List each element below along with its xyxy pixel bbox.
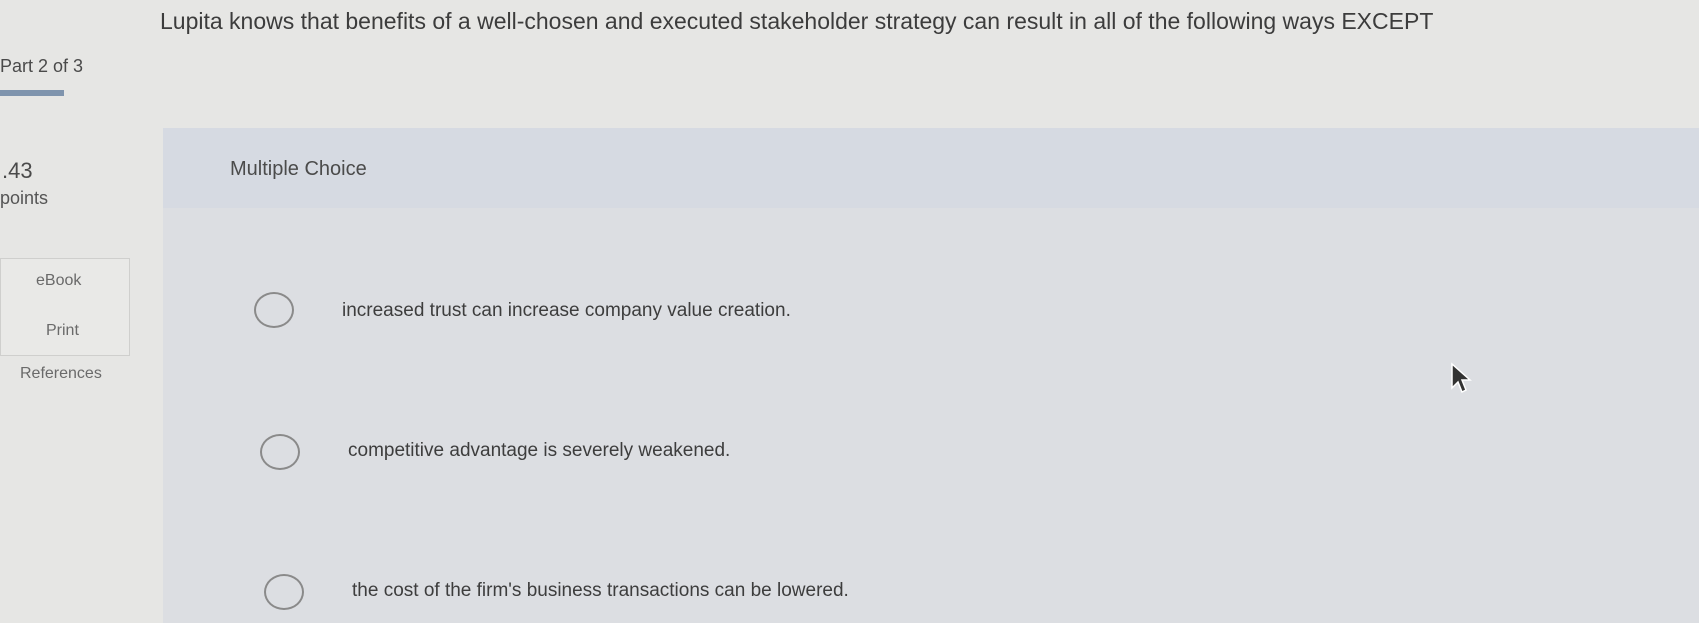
option-1-text[interactable]: increased trust can increase company val… xyxy=(342,300,791,322)
option-1-radio[interactable] xyxy=(254,292,294,328)
points-value: .43 xyxy=(2,158,33,183)
references-link[interactable]: References xyxy=(20,365,102,383)
sidebar: Part 2 of 3 .43 points eBook Print Refer… xyxy=(0,0,160,623)
question-text: Lupita knows that benefits of a well-cho… xyxy=(160,8,1434,34)
part-progress-bar xyxy=(0,90,64,96)
question-type-label: Multiple Choice xyxy=(230,158,367,180)
mouse-pointer-icon xyxy=(1450,362,1472,399)
option-3-radio[interactable] xyxy=(264,574,304,610)
part-label: Part 2 of 3 xyxy=(0,56,84,76)
option-2-radio[interactable] xyxy=(260,434,300,470)
ebook-link[interactable]: eBook xyxy=(36,272,81,290)
print-link[interactable]: Print xyxy=(46,322,79,340)
panel-header xyxy=(163,128,1699,208)
option-3-text[interactable]: the cost of the firm's business transact… xyxy=(352,580,849,602)
points-label: points xyxy=(0,188,49,208)
option-2-text[interactable]: competitive advantage is severely weaken… xyxy=(348,440,730,462)
